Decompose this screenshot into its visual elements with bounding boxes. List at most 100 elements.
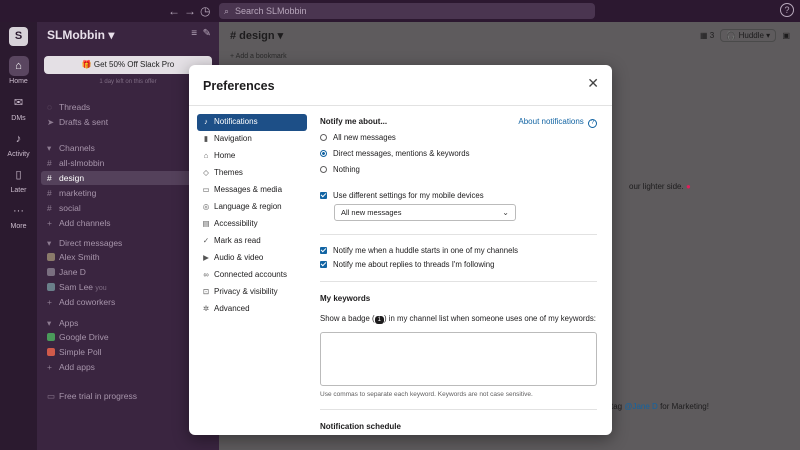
help-icon[interactable]: ? [780,3,794,17]
radio-button[interactable] [320,134,327,141]
preferences-modal: Preferences ✕ ♪ Notifications ▮ Navigation… [189,65,612,435]
workspace-name[interactable]: SLMobbin ▾ [47,28,114,42]
back-arrow-icon[interactable]: ← [168,4,180,18]
message-text: our lighter side. ● [629,182,691,191]
compose-icon[interactable]: ✎ [203,28,211,39]
rail-dms[interactable]: ✉ DMs [0,93,37,122]
pref-nav-navigation[interactable]: ▮ Navigation [197,131,307,148]
messages-icon: ▭ [202,185,210,194]
close-icon[interactable]: ✕ [587,75,599,92]
add-bookmark[interactable]: + Add a bookmark [230,53,287,60]
channel-header-actions: ▦ 3 🎧 Huddle ▾ ▣ [700,29,790,42]
channels-header[interactable]: ▾ Channels [47,143,95,154]
sidebar-dm[interactable]: Sam Lee you [47,282,107,292]
keywords-hint: Use commas to separate each keyword. Key… [320,391,533,398]
plus-icon: + [47,297,52,307]
user-mention[interactable]: @Jane D [624,402,657,411]
huddle-button[interactable]: 🎧 Huddle ▾ [720,29,777,42]
workspace-rail: S ⌂ Home ✉ DMs ♪ Activity ▯ Later ··· Mo… [0,22,37,450]
rail-home[interactable]: ⌂ Home [0,56,37,85]
filter-icon[interactable]: ≡ [191,28,197,39]
badge-example: 1 [374,316,384,324]
add-apps[interactable]: + Add apps [47,362,95,372]
pref-nav-accessibility[interactable]: ▤ Accessibility [197,216,307,233]
history-icon[interactable]: ◷ [200,4,210,18]
sidebar-channel[interactable]: # all-slmobbin [47,158,104,168]
checkbox-thread-replies[interactable]: Notify me about replies to threads I'm f… [320,260,494,269]
search-input[interactable]: ⌕ Search SLMobbin [219,3,595,19]
avatar [47,283,55,291]
about-notifications-link[interactable]: About notifications ? [518,117,597,128]
pref-nav-notifications[interactable]: ♪ Notifications [197,114,307,131]
google-drive-icon [47,333,55,341]
checkbox-huddle-notify[interactable]: Notify me when a huddle starts in one of… [320,246,518,255]
mobile-notify-select[interactable]: All new messages ⌄ [334,204,516,221]
rail-more[interactable]: ··· More [0,201,37,230]
dm-header[interactable]: ▾ Direct messages [47,238,122,249]
message-text: tag @Jane D for Marketing! [611,402,709,411]
avatar [47,268,55,276]
workspace-icon[interactable]: S [9,27,28,46]
send-icon: ➤ [47,117,55,127]
divider [320,409,597,410]
promo-button[interactable]: 🎁 Get 50% Off Slack Pro [44,56,212,74]
add-channels[interactable]: + Add channels [47,218,111,228]
sidebar-channel[interactable]: # social [47,203,81,213]
sidebar-app[interactable]: Google Drive [47,332,109,342]
rail-later[interactable]: ▯ Later [0,165,37,194]
sidebar-channel[interactable]: # marketing [47,188,96,198]
pref-nav-connected-accounts[interactable]: ∞ Connected accounts [197,267,307,284]
divider [320,281,597,282]
pref-nav-home[interactable]: ⌂ Home [197,148,307,165]
chevron-down-icon: ⌄ [502,208,509,217]
channel-title[interactable]: # design ▾ [230,29,283,42]
member-avatars[interactable]: ▦ 3 [700,31,714,40]
forward-arrow-icon[interactable]: → [184,4,196,18]
home-icon: ⌂ [203,151,209,160]
canvas-icon[interactable]: ▣ [782,31,790,40]
caret-icon: ▾ [47,143,52,153]
checkbox-mobile-settings[interactable]: Use different settings for my mobile dev… [320,191,484,200]
pref-nav-privacy-visibility[interactable]: ⊡ Privacy & visibility [197,284,307,301]
sidebar-app[interactable]: Simple Poll [47,347,102,357]
radio-button-selected[interactable] [320,150,327,157]
bell-icon: ♪ [15,133,22,145]
pref-nav-language-region[interactable]: ◎ Language & region [197,199,307,216]
globe-icon: ◎ [202,202,210,211]
trial-status[interactable]: ▭ Free trial in progress [47,391,137,402]
pref-nav-advanced[interactable]: ✲ Advanced [197,301,307,318]
radio-all-new-messages[interactable]: All new messages [320,133,396,142]
bookmark-icon: ▯ [15,169,22,181]
checkbox-checked[interactable] [320,261,327,268]
search-icon: ⌕ [224,6,230,16]
themes-icon: ◇ [203,168,209,177]
search-placeholder: Search SLMobbin [235,6,307,16]
apps-header[interactable]: ▾ Apps [47,318,78,329]
checkbox-checked[interactable] [320,247,327,254]
lock-icon: ⊡ [202,287,210,296]
dms-icon: ✉ [13,97,24,109]
sidebar-item-threads[interactable]: ◌ Threads [47,102,90,112]
check-circle-icon: ✓ [202,236,210,245]
sidebar-dm[interactable]: Alex Smith [47,252,100,262]
plus-icon: + [47,362,52,372]
radio-nothing[interactable]: Nothing [320,165,360,174]
home-icon: ⌂ [8,56,29,76]
preferences-nav: ♪ Notifications ▮ Navigation ⌂ Home ◇ Themes… [197,114,307,318]
radio-button[interactable] [320,166,327,173]
rail-activity[interactable]: ♪ Activity [0,129,37,158]
add-coworkers[interactable]: + Add coworkers [47,297,115,307]
rail-home-label: Home [9,78,28,85]
pref-nav-audio-video[interactable]: ▶ Audio & video [197,250,307,267]
pref-nav-themes[interactable]: ◇ Themes [197,165,307,182]
more-icon: ··· [13,205,24,217]
divider [320,234,597,235]
sidebar-item-drafts[interactable]: ➤ Drafts & sent [47,117,108,128]
radio-direct-mentions-keywords[interactable]: Direct messages, mentions & keywords [320,149,470,158]
trial-icon: ▭ [47,391,56,401]
pref-nav-messages-media[interactable]: ▭ Messages & media [197,182,307,199]
keywords-textarea[interactable] [320,332,597,386]
checkbox-checked[interactable] [320,192,327,199]
sidebar-dm[interactable]: Jane D [47,267,86,277]
pref-nav-mark-as-read[interactable]: ✓ Mark as read [197,233,307,250]
